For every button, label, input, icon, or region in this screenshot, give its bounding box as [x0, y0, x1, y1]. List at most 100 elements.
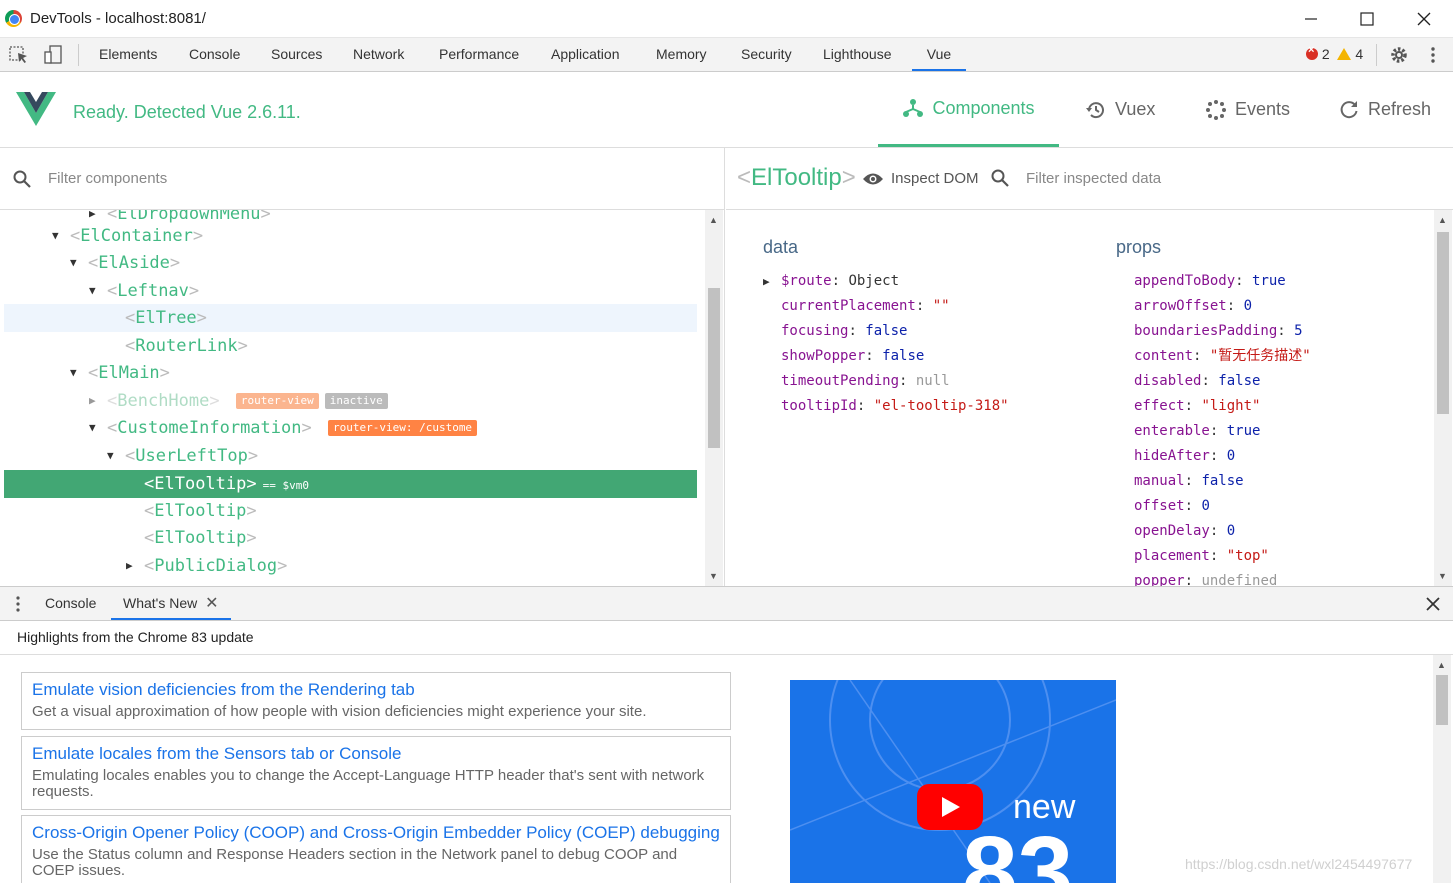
- entry-value: "": [932, 298, 950, 314]
- nav-vuex[interactable]: Vuex: [1085, 72, 1155, 147]
- settings-gear-icon[interactable]: [1388, 44, 1410, 66]
- inactive-tag: inactive: [324, 393, 388, 409]
- tree-node[interactable]: <RouterLink>: [4, 332, 697, 360]
- nav-events[interactable]: Events: [1205, 72, 1290, 147]
- refresh-button[interactable]: Refresh: [1338, 72, 1431, 147]
- entry-value: false: [865, 323, 908, 339]
- issue-counts[interactable]: 2 4: [1306, 44, 1363, 62]
- tree-node[interactable]: <ElTree>: [4, 304, 697, 332]
- inspector-entry[interactable]: hideAfter: 0: [1134, 444, 1235, 469]
- close-tab-icon[interactable]: ✕: [205, 595, 218, 612]
- inspect-element-icon[interactable]: [8, 44, 30, 66]
- tree-node[interactable]: <ElTooltip>: [4, 497, 697, 525]
- tab-application[interactable]: Application: [549, 38, 622, 71]
- inspector-entry[interactable]: timeoutPending: null: [781, 369, 950, 394]
- tree-node-selected[interactable]: <ElTooltip> == $vm0: [4, 470, 697, 498]
- tab-sources[interactable]: Sources: [269, 38, 324, 71]
- close-drawer-icon[interactable]: [1424, 595, 1442, 613]
- feature-card[interactable]: Emulate locales from the Sensors tab or …: [21, 736, 731, 810]
- inspector-scrollbar[interactable]: ▲ ▼: [1434, 210, 1452, 586]
- inspector-entry[interactable]: arrowOffset: 0: [1134, 294, 1252, 319]
- component-tree: ▶ <ElDropdownMenu> ▼ <ElContainer> ▼ <El…: [0, 210, 705, 586]
- tree-node[interactable]: ▼ <Leftnav>: [4, 277, 697, 305]
- inspect-dom-label: Inspect DOM: [891, 170, 979, 187]
- whats-new-body: Emulate vision deficiencies from the Ren…: [0, 655, 1453, 883]
- expand-arrow-icon[interactable]: ▶: [763, 269, 770, 294]
- feature-card[interactable]: Emulate vision deficiencies from the Ren…: [21, 672, 731, 730]
- tree-node[interactable]: ▼ <ElAside>: [4, 249, 697, 277]
- inspector-entry[interactable]: ▶ $route: Object: [763, 269, 899, 294]
- entry-key: hideAfter: [1134, 448, 1210, 464]
- inspector-entry[interactable]: popper: undefined: [1134, 569, 1277, 586]
- inspector-entry[interactable]: disabled: false: [1134, 369, 1260, 394]
- feature-card-title[interactable]: Cross-Origin Opener Policy (COOP) and Cr…: [32, 822, 720, 844]
- tree-node[interactable]: <ElTooltip>: [4, 524, 697, 552]
- scrollbar-thumb[interactable]: [708, 288, 720, 448]
- tab-lighthouse[interactable]: Lighthouse: [821, 38, 894, 71]
- filter-components-bar[interactable]: Filter components: [0, 148, 724, 210]
- inspector-entry[interactable]: offset: 0: [1134, 494, 1210, 519]
- entry-value: 5: [1294, 323, 1303, 339]
- tab-vue[interactable]: Vue: [912, 38, 966, 71]
- tree-node[interactable]: ▼ <ElMain>: [4, 359, 697, 387]
- device-toolbar-icon[interactable]: [42, 44, 64, 66]
- inspector-entry[interactable]: tooltipId: "el-tooltip-318": [781, 394, 1009, 419]
- selected-component-name: <ElTooltip>: [737, 164, 856, 191]
- tab-console[interactable]: Console: [187, 38, 242, 71]
- tree-node[interactable]: ▶ <PublicDialog>: [4, 552, 697, 580]
- tree-node[interactable]: ▼ <CustomeInformation> router-view: /cus…: [4, 414, 697, 442]
- tab-network[interactable]: Network: [351, 38, 406, 71]
- entry-key: tooltipId: [781, 398, 857, 414]
- tab-performance[interactable]: Performance: [437, 38, 521, 71]
- entry-key: manual: [1134, 473, 1185, 489]
- inspect-dom-button[interactable]: Inspect DOM: [862, 170, 979, 187]
- tab-memory[interactable]: Memory: [654, 38, 709, 71]
- nav-events-label: Events: [1235, 99, 1291, 119]
- entry-value: "暂无任务描述": [1209, 348, 1311, 364]
- scrollbar-thumb[interactable]: [1437, 232, 1449, 414]
- entry-key: focusing: [781, 323, 849, 339]
- entry-value: true: [1226, 423, 1261, 439]
- inspector-entry[interactable]: manual: false: [1134, 469, 1244, 494]
- inspector-entry[interactable]: boundariesPadding: 5: [1134, 319, 1303, 344]
- filter-inspected-input[interactable]: Filter inspected data: [1026, 170, 1161, 187]
- vue-devtools-header: Ready. Detected Vue 2.6.11. Components V…: [0, 72, 1453, 148]
- whats-new-video[interactable]: new 83: [790, 680, 1116, 883]
- tree-node[interactable]: ▼ <UserLeftTop>: [4, 442, 697, 470]
- inspector-entry[interactable]: focusing: false: [781, 319, 907, 344]
- drawer-menu-icon[interactable]: [9, 595, 27, 613]
- inspector-entry[interactable]: openDelay: 0: [1134, 519, 1235, 544]
- maximize-icon[interactable]: [1356, 8, 1378, 30]
- filter-components-input[interactable]: Filter components: [48, 170, 167, 187]
- scrollbar-thumb[interactable]: [1436, 675, 1448, 725]
- more-options-icon[interactable]: [1422, 44, 1444, 66]
- tab-elements[interactable]: Elements: [97, 38, 159, 71]
- tree-scrollbar[interactable]: ▲ ▼: [705, 210, 723, 586]
- tree-node[interactable]: ▶ <BenchHome> router-view inactive: [4, 387, 697, 415]
- drawer-tab-whats-new[interactable]: What's New ✕: [111, 587, 231, 620]
- entry-value: "el-tooltip-318": [873, 398, 1009, 414]
- entry-key: boundariesPadding: [1134, 323, 1278, 339]
- close-window-icon[interactable]: [1413, 8, 1435, 30]
- inspector-entry[interactable]: content: "暂无任务描述": [1134, 344, 1311, 369]
- inspector-entry[interactable]: showPopper: false: [781, 344, 924, 369]
- minimize-icon[interactable]: [1300, 8, 1322, 30]
- entry-value: 0: [1226, 448, 1236, 464]
- nav-components[interactable]: Components: [878, 72, 1059, 147]
- whats-new-scrollbar[interactable]: ▲: [1433, 655, 1451, 883]
- tab-security[interactable]: Security: [739, 38, 794, 71]
- entry-key: placement: [1134, 548, 1210, 564]
- inspector-entry[interactable]: placement: "top": [1134, 544, 1269, 569]
- events-icon: [1206, 99, 1226, 120]
- inspector-entry[interactable]: effect: "light": [1134, 394, 1260, 419]
- inspector-entry[interactable]: currentPlacement: "": [781, 294, 950, 319]
- drawer-tab-console[interactable]: Console: [45, 587, 96, 620]
- tree-node[interactable]: ▼ <ElContainer>: [4, 222, 697, 250]
- feature-card-title[interactable]: Emulate vision deficiencies from the Ren…: [32, 679, 720, 701]
- inspector-entry[interactable]: appendToBody: true: [1134, 269, 1286, 294]
- feature-card[interactable]: Cross-Origin Opener Policy (COOP) and Cr…: [21, 815, 731, 883]
- drawer-tab-whats-new-label: What's New: [123, 595, 198, 611]
- feature-card-title[interactable]: Emulate locales from the Sensors tab or …: [32, 743, 720, 765]
- entry-value: "light": [1201, 398, 1261, 414]
- inspector-entry[interactable]: enterable: true: [1134, 419, 1260, 444]
